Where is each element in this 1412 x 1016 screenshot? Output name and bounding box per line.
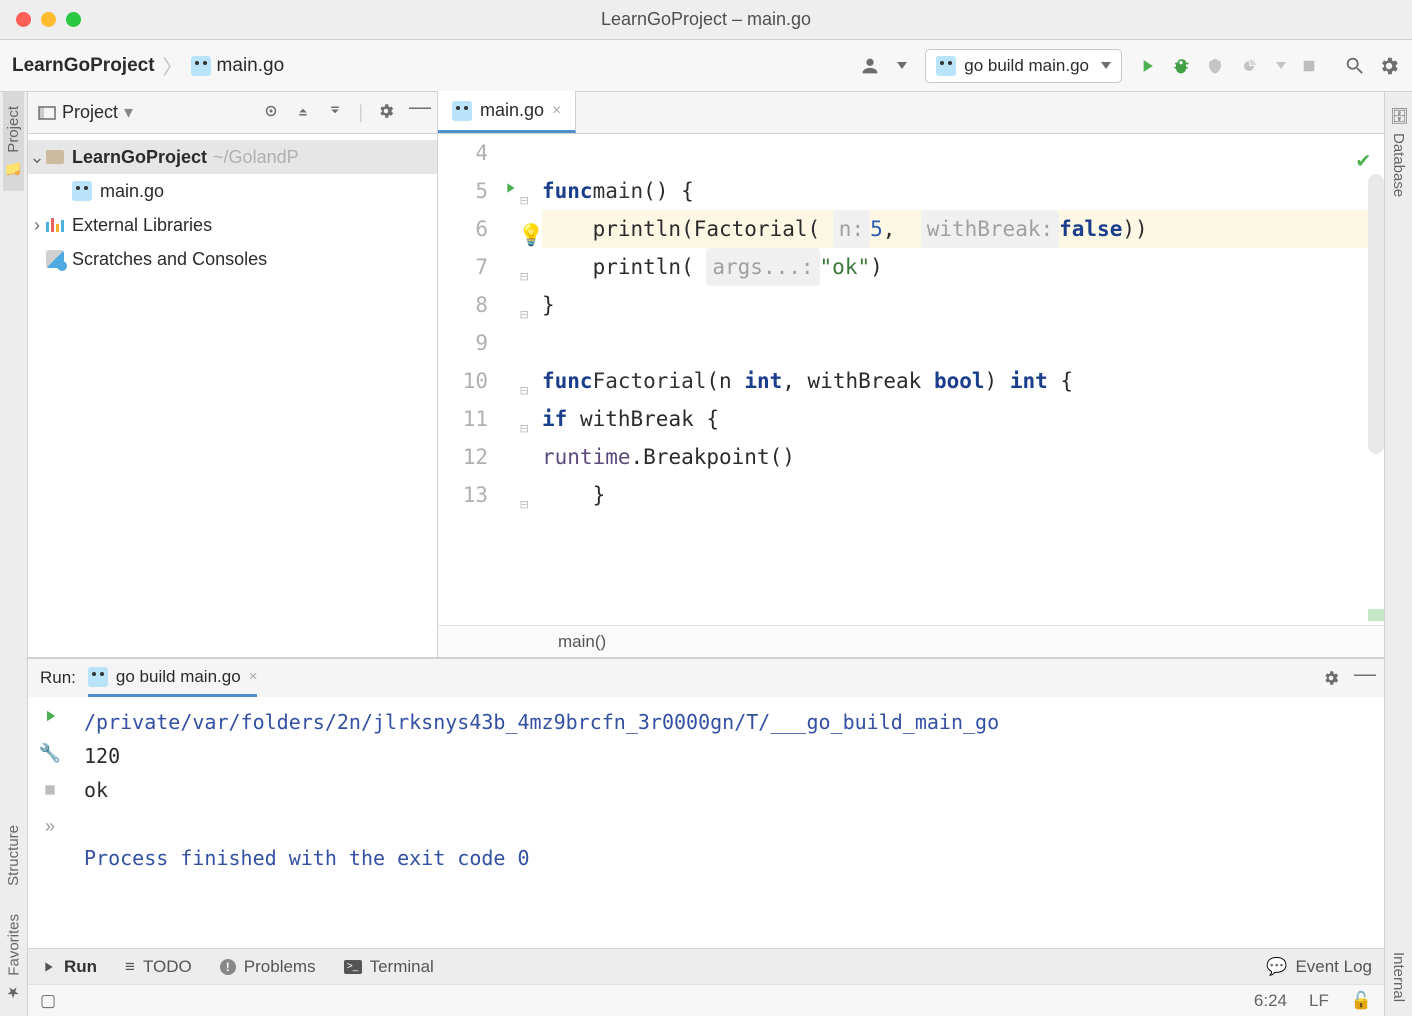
bottom-tab-todo[interactable]: ≡TODO (125, 957, 192, 977)
editor-scrollbar[interactable] (1368, 174, 1384, 454)
bottom-tab-problems[interactable]: ! Problems (220, 957, 316, 977)
code-editor[interactable]: ✔ 45678910111213 ⊟💡⊟⊟⊟⊟⊟ func main() { p… (438, 134, 1384, 625)
go-file-icon (191, 56, 211, 76)
status-quicklist-icon[interactable]: ▢ (40, 991, 56, 1011)
warning-icon: ! (220, 959, 236, 975)
close-window-button[interactable] (16, 12, 31, 27)
tree-external-libraries[interactable]: › External Libraries (28, 208, 437, 242)
run-configuration-dropdown[interactable]: go build main.go (925, 49, 1122, 83)
chat-icon: 💬 (1266, 957, 1287, 977)
breadcrumb: LearnGoProject 〉 main.go (12, 51, 284, 80)
expand-all-icon[interactable] (294, 102, 312, 120)
run-settings-icon[interactable] (1322, 669, 1340, 687)
panel-settings-icon[interactable] (377, 102, 395, 120)
stop-button[interactable] (1298, 55, 1320, 77)
panel-icon (38, 106, 56, 120)
inspection-ok-icon[interactable]: ✔ (1357, 142, 1370, 180)
run-panel: Run: go build main.go × — 🔧 » (28, 658, 1384, 948)
scratches-icon (46, 250, 64, 268)
project-icon: 📁 (6, 161, 22, 177)
editor-tab-main[interactable]: main.go × (438, 91, 576, 133)
project-panel-title: Project ▾ (38, 102, 133, 123)
right-tab-database[interactable]: 🗄 Database (1388, 92, 1410, 211)
database-icon: 🗄 (1390, 106, 1408, 125)
bottom-tab-run[interactable]: Run (40, 957, 97, 977)
zoom-window-button[interactable] (66, 12, 81, 27)
status-line-sep[interactable]: LF (1309, 991, 1329, 1011)
stop-icon[interactable] (42, 782, 58, 798)
left-tab-favorites[interactable]: ★Favorites (3, 900, 25, 1016)
breadcrumb-file[interactable]: main.go (191, 55, 285, 77)
bottom-tab-terminal[interactable]: >_ Terminal (344, 957, 434, 977)
folder-icon (46, 150, 64, 164)
collapse-all-icon[interactable] (326, 102, 344, 120)
search-icon[interactable] (1344, 55, 1366, 77)
go-file-icon (452, 101, 472, 121)
list-icon: ≡ (125, 957, 135, 977)
rerun-icon[interactable] (41, 707, 59, 725)
settings-icon[interactable] (1378, 55, 1400, 77)
chevron-down-icon (1101, 62, 1111, 69)
debug-button[interactable] (1170, 55, 1192, 77)
breadcrumb-project[interactable]: LearnGoProject (12, 55, 155, 77)
run-button[interactable] (1136, 55, 1158, 77)
user-dropdown-icon[interactable] (897, 62, 907, 69)
profile-dropdown-icon[interactable] (1276, 62, 1286, 69)
libraries-icon (46, 218, 64, 232)
right-tab-internal[interactable]: Internal (1388, 938, 1409, 1016)
go-file-icon (936, 56, 956, 76)
wrench-icon[interactable]: 🔧 (39, 743, 61, 764)
run-tab[interactable]: go build main.go × (88, 659, 258, 697)
window-title: LearnGoProject – main.go (0, 9, 1412, 30)
marker-icon (1368, 609, 1384, 621)
run-with-coverage-button[interactable] (1204, 55, 1226, 77)
user-icon[interactable] (859, 55, 881, 77)
left-tab-structure[interactable]: Structure (3, 811, 24, 900)
project-panel: Project ▾ | — ⌄ (28, 92, 438, 657)
lock-icon[interactable]: 🔓 (1351, 991, 1372, 1011)
editor-panel: main.go × ✔ 45678910111213 ⊟💡⊟⊟⊟⊟⊟ func … (438, 92, 1384, 657)
run-output[interactable]: /private/var/folders/2n/jlrksnys43b_4mz9… (72, 697, 1384, 948)
hide-panel-icon[interactable]: — (409, 102, 427, 120)
tree-root[interactable]: ⌄ LearnGoProject ~/GolandP (28, 140, 437, 174)
more-icon[interactable]: » (45, 816, 55, 837)
close-tab-icon[interactable]: × (552, 102, 561, 120)
locate-icon[interactable] (262, 102, 280, 120)
tree-file-main[interactable]: main.go (28, 174, 437, 208)
profile-button[interactable] (1238, 55, 1260, 77)
editor-breadcrumb[interactable]: main() (438, 625, 1384, 657)
minimize-window-button[interactable] (41, 12, 56, 27)
hide-run-icon[interactable]: — (1354, 669, 1372, 687)
terminal-icon: >_ (344, 960, 362, 974)
close-run-tab-icon[interactable]: × (249, 668, 258, 685)
run-label: Run: (40, 668, 76, 688)
go-file-icon (88, 667, 108, 687)
bottom-tab-eventlog[interactable]: 💬Event Log (1266, 957, 1372, 977)
tree-scratches[interactable]: Scratches and Consoles (28, 242, 437, 276)
play-icon (40, 959, 56, 975)
status-caret-pos[interactable]: 6:24 (1254, 991, 1287, 1011)
project-tree[interactable]: ⌄ LearnGoProject ~/GolandP main.go › Ext… (28, 134, 437, 282)
left-tab-project[interactable]: 📁 Project (3, 92, 24, 191)
go-file-icon (72, 181, 92, 201)
